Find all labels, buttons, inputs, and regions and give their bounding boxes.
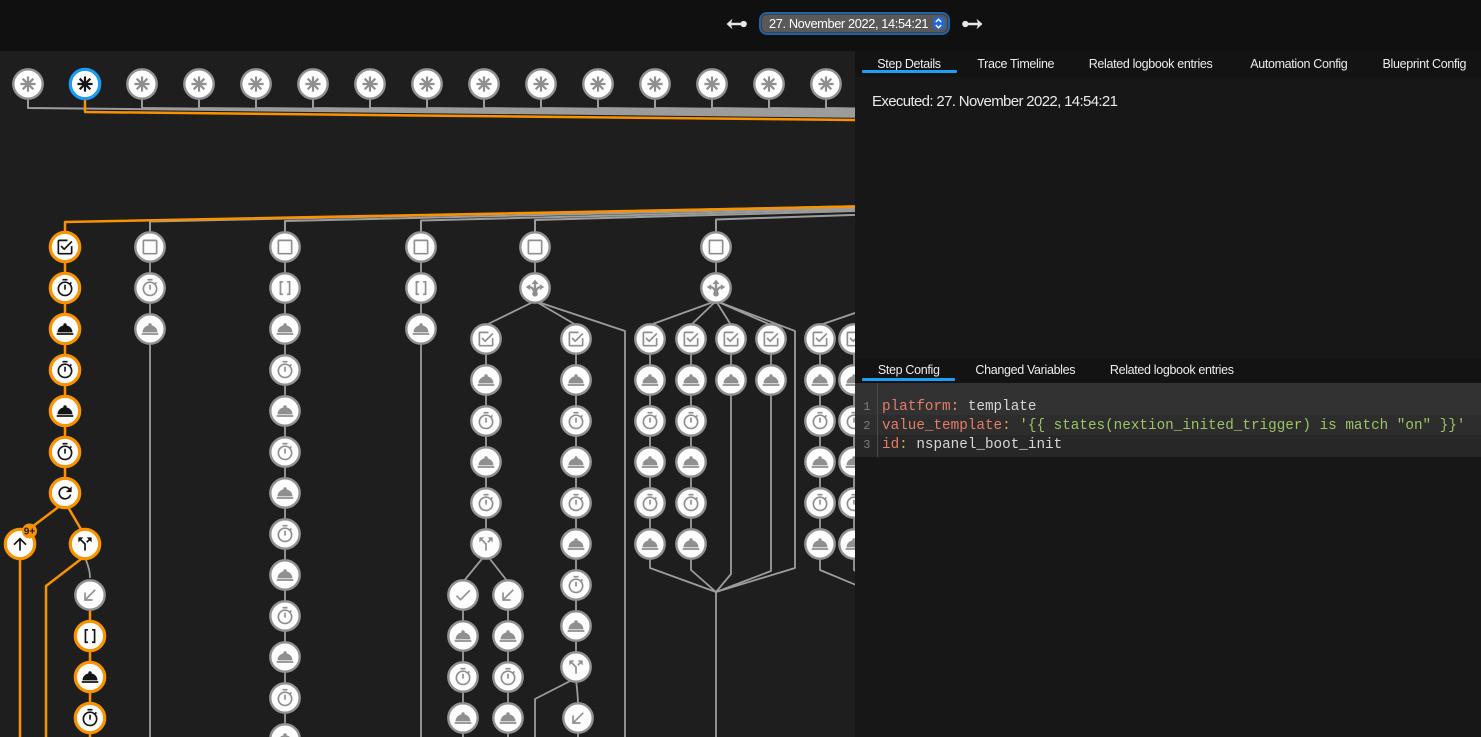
svg-text:9+: 9+ bbox=[24, 527, 36, 538]
